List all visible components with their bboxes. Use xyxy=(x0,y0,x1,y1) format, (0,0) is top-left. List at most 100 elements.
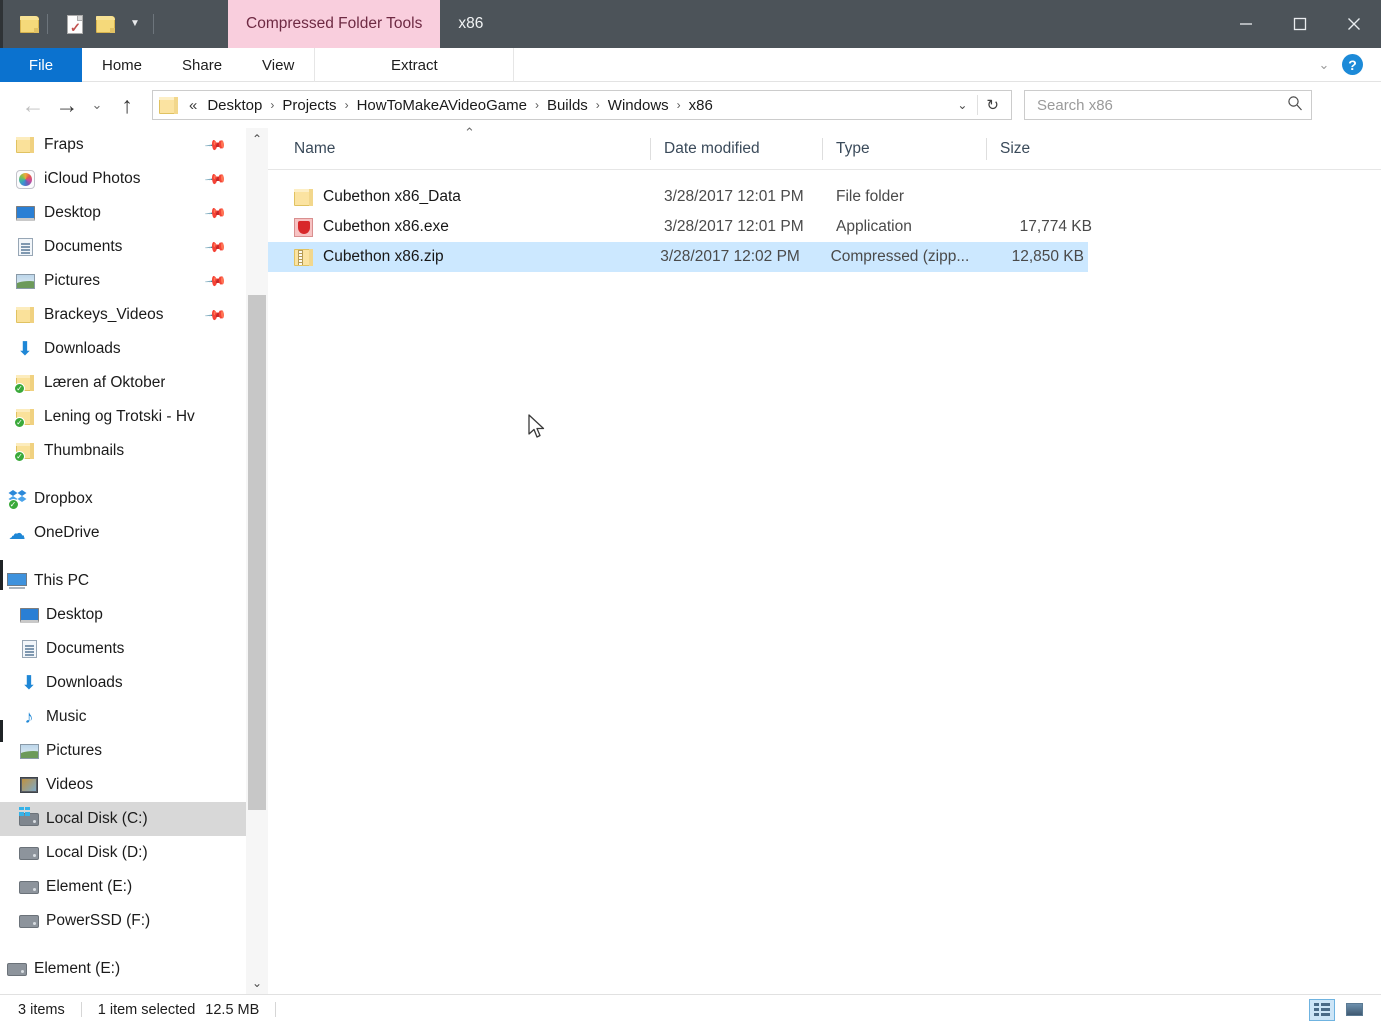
table-row[interactable]: Cubethon x86.exe 3/28/2017 12:01 PM Appl… xyxy=(268,212,1381,242)
scrollbar-thumb[interactable] xyxy=(248,295,266,810)
sidebar-item-pc-downloads[interactable]: ⬇ Downloads xyxy=(0,666,246,700)
recent-locations-icon[interactable]: ⌄ xyxy=(84,88,110,122)
breadcrumb-item-howtomakeavideogame[interactable]: HowToMakeAVideoGame xyxy=(352,94,532,117)
sidebar-item-pc-desktop[interactable]: Desktop xyxy=(0,598,246,632)
file-type-cell: File folder xyxy=(836,188,905,205)
breadcrumb-item-desktop[interactable]: Desktop xyxy=(202,94,267,117)
sidebar-item-network-element-e[interactable]: Element (E:) xyxy=(0,952,246,986)
refresh-icon[interactable]: ↻ xyxy=(977,95,1007,115)
file-size-cell xyxy=(986,182,1096,212)
close-button[interactable] xyxy=(1327,0,1381,48)
folder-icon[interactable] xyxy=(14,9,44,39)
help-icon[interactable]: ? xyxy=(1342,54,1363,75)
search-icon[interactable] xyxy=(1287,95,1303,115)
minimize-button[interactable] xyxy=(1219,0,1273,48)
details-view-button[interactable] xyxy=(1309,998,1335,1021)
table-row[interactable]: Cubethon x86.zip 3/28/2017 12:02 PM Comp… xyxy=(268,242,1088,272)
breadcrumb-separator[interactable]: › xyxy=(674,98,684,112)
breadcrumb[interactable]: « Desktop › Projects › HowToMakeAVideoGa… xyxy=(152,90,1012,120)
breadcrumb-separator[interactable]: › xyxy=(267,98,277,112)
file-size-cell: 17,774 KB xyxy=(1019,218,1092,235)
tab-share[interactable]: Share xyxy=(162,48,242,82)
music-icon: ♪ xyxy=(24,707,34,727)
sidebar-item-icloud-photos[interactable]: iCloud Photos 📌 xyxy=(0,162,246,196)
chevron-down-icon[interactable]: ▼ xyxy=(120,9,150,39)
item-count-label: 3 items xyxy=(18,1001,65,1018)
breadcrumb-separator[interactable]: › xyxy=(342,98,352,112)
column-header-type[interactable]: Type xyxy=(822,128,986,170)
pin-icon[interactable]: 📌 xyxy=(203,167,228,191)
sidebar-item-pictures[interactable]: Pictures 📌 xyxy=(0,264,246,298)
sidebar-item-downloads[interactable]: ⬇ Downloads xyxy=(0,332,246,366)
videos-icon xyxy=(18,774,40,796)
file-name-cell[interactable]: Cubethon x86.zip xyxy=(268,242,646,272)
file-name-cell[interactable]: Cubethon x86_Data xyxy=(268,182,650,212)
pin-icon[interactable]: 📌 xyxy=(203,133,228,157)
column-header-name[interactable]: Name ⌃ xyxy=(268,125,650,170)
status-divider xyxy=(80,1002,82,1017)
ribbon-right-controls: ⌄ ? xyxy=(1306,48,1381,81)
sidebar-item-thumbnails[interactable]: ✓ Thumbnails xyxy=(0,434,246,468)
sidebar-item-lening-og-trotski[interactable]: ✓ Lening og Trotski - Hv xyxy=(0,400,246,434)
table-row[interactable]: Cubethon x86_Data 3/28/2017 12:01 PM Fil… xyxy=(268,182,1381,212)
navigation-pane[interactable]: Fraps 📌 iCloud Photos 📌 Desktop 📌 Docume… xyxy=(0,128,246,994)
up-button[interactable]: ↑ xyxy=(110,88,144,122)
contextual-tab-compressed-folder-tools[interactable]: Compressed Folder Tools xyxy=(228,0,441,48)
pin-icon[interactable]: 📌 xyxy=(203,201,228,225)
sidebar-item-laeren-af-oktober[interactable]: ✓ Læren af Oktober xyxy=(0,366,246,400)
forward-button[interactable]: → xyxy=(50,88,84,122)
tab-home[interactable]: Home xyxy=(82,48,162,82)
sidebar-item-pc-videos[interactable]: Videos xyxy=(0,768,246,802)
column-header-date-modified[interactable]: Date modified xyxy=(650,128,822,170)
sidebar-item-desktop[interactable]: Desktop 📌 xyxy=(0,196,246,230)
sidebar-item-powerssd-f[interactable]: PowerSSD (F:) xyxy=(0,904,246,938)
drive-icon xyxy=(18,842,40,864)
status-bar: 3 items 1 item selected 12.5 MB xyxy=(0,994,1381,1024)
file-name-cell[interactable]: Cubethon x86.exe xyxy=(268,212,650,242)
window-controls xyxy=(1219,0,1381,48)
sidebar-item-brackeys-videos[interactable]: Brackeys_Videos 📌 xyxy=(0,298,246,332)
scroll-up-icon[interactable]: ⌃ xyxy=(246,128,268,150)
breadcrumb-item-builds[interactable]: Builds xyxy=(542,94,593,117)
window-edge-top xyxy=(0,0,3,48)
breadcrumb-item-windows[interactable]: Windows xyxy=(603,94,674,117)
pin-icon[interactable]: 📌 xyxy=(203,235,228,259)
new-folder-icon[interactable] xyxy=(90,9,120,39)
sidebar-item-pc-pictures[interactable]: Pictures xyxy=(0,734,246,768)
column-header-size[interactable]: Size xyxy=(986,128,1096,170)
sidebar-item-local-disk-c[interactable]: Local Disk (C:) xyxy=(0,802,246,836)
sidebar-item-onedrive[interactable]: ☁ OneDrive xyxy=(0,516,246,550)
pin-icon[interactable]: 📌 xyxy=(203,303,228,327)
breadcrumb-folder-icon xyxy=(159,96,178,114)
file-list-pane[interactable]: Name ⌃ Date modified Type Size Cubethon … xyxy=(268,125,1381,994)
search-input[interactable]: Search x86 xyxy=(1024,90,1312,120)
breadcrumb-separator[interactable]: › xyxy=(532,98,542,112)
sidebar-item-pc-music[interactable]: ♪ Music xyxy=(0,700,246,734)
tab-file[interactable]: File xyxy=(0,48,82,82)
sidebar-item-dropbox[interactable]: ✓ Dropbox xyxy=(0,482,246,516)
back-button[interactable]: ← xyxy=(16,88,50,122)
properties-icon[interactable]: ✓ xyxy=(60,9,90,39)
sidebar-item-documents[interactable]: Documents 📌 xyxy=(0,230,246,264)
sidebar-item-pc-documents[interactable]: Documents xyxy=(0,632,246,666)
tab-extract[interactable]: Extract xyxy=(314,48,515,82)
sidebar-item-local-disk-d[interactable]: Local Disk (D:) xyxy=(0,836,246,870)
pc-icon xyxy=(6,570,28,592)
breadcrumb-item-x86[interactable]: x86 xyxy=(684,94,718,117)
sidebar-item-fraps[interactable]: Fraps 📌 xyxy=(0,128,246,162)
maximize-button[interactable] xyxy=(1273,0,1327,48)
file-date-cell: 3/28/2017 12:02 PM xyxy=(660,248,800,265)
breadcrumb-overflow-icon[interactable]: « xyxy=(184,97,202,114)
ribbon-tab-bar: File Home Share View Extract ⌄ ? xyxy=(0,48,1381,82)
chevron-down-icon[interactable]: ⌄ xyxy=(947,98,977,112)
pin-icon[interactable]: 📌 xyxy=(203,269,228,293)
minimize-ribbon-icon[interactable]: ⌄ xyxy=(1306,48,1342,82)
breadcrumb-item-projects[interactable]: Projects xyxy=(277,94,341,117)
sidebar-item-element-e[interactable]: Element (E:) xyxy=(0,870,246,904)
tab-view[interactable]: View xyxy=(242,48,314,82)
sidebar-scrollbar[interactable]: ⌃ ⌄ xyxy=(246,128,268,994)
scroll-down-icon[interactable]: ⌄ xyxy=(246,972,268,994)
large-icons-view-button[interactable] xyxy=(1341,999,1367,1021)
breadcrumb-separator[interactable]: › xyxy=(593,98,603,112)
sidebar-item-this-pc[interactable]: This PC xyxy=(0,564,246,598)
